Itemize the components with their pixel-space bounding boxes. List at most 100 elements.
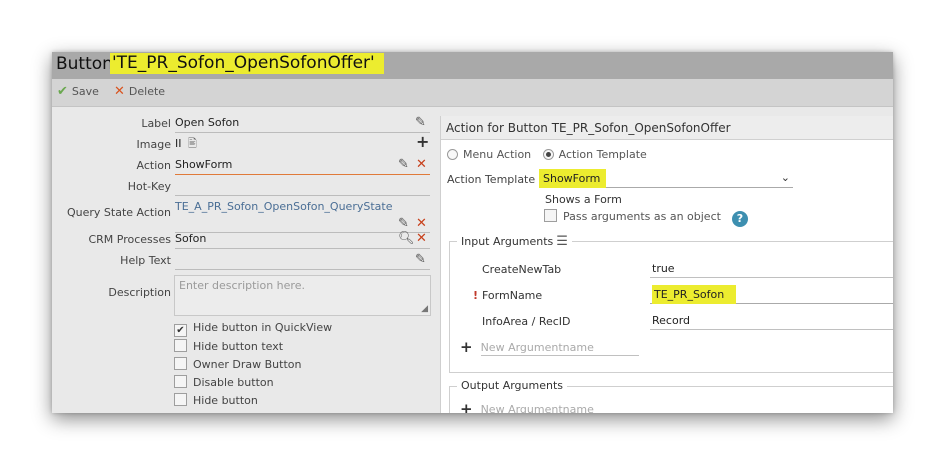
action-template-select[interactable]: ShowForm ⌄	[539, 169, 793, 188]
hotkey-field[interactable]	[175, 178, 430, 196]
checkbox-checked-icon[interactable]: ✔	[174, 324, 187, 337]
new-argument-row: + New Argumentname	[460, 338, 639, 356]
output-arguments-group: Output Arguments + New Argumentname	[449, 379, 893, 413]
action-label: Action	[136, 159, 171, 172]
title-button-name: 'TE_PR_Sofon_OpenSofonOffer'	[110, 53, 384, 74]
arg-value: TE_PR_Sofon	[652, 285, 737, 304]
arg-value: true	[652, 262, 675, 275]
checkbox-label: Hide button	[193, 394, 258, 407]
add-icon[interactable]: +	[460, 400, 473, 413]
radio-off-icon[interactable]	[447, 149, 458, 160]
arg-value-field[interactable]: Record	[650, 311, 893, 330]
search-icon[interactable]: 🔍︎	[398, 231, 415, 247]
input-arguments-group: Input Arguments ☰ CreateNewTab true ! For…	[449, 234, 893, 373]
image-label: Image	[136, 138, 171, 151]
crm-processes-label: CRM Processes	[88, 233, 171, 246]
title-bar: Button 'TE_PR_Sofon_OpenSofonOffer'	[52, 52, 893, 79]
button-editor-window: Button 'TE_PR_Sofon_OpenSofonOffer' ✔ Sav…	[52, 52, 893, 413]
help-text-label: Help Text	[120, 254, 171, 267]
crm-processes-field[interactable]: Sofon 🔍︎ ✕	[175, 231, 430, 249]
list-menu-icon[interactable]: ☰	[556, 234, 568, 249]
image-value: II	[175, 137, 182, 150]
output-arguments-legend: Output Arguments	[457, 379, 568, 392]
action-type-radios: Menu Action Action Template	[447, 148, 647, 161]
radio-label: Menu Action	[463, 148, 532, 161]
help-icon[interactable]: ?	[732, 211, 748, 227]
checkbox-label: Owner Draw Button	[193, 358, 302, 371]
action-panel-header: Action for Button TE_PR_Sofon_OpenSofonO…	[441, 116, 893, 140]
checkbox-hide-button-text[interactable]: Hide button text	[174, 339, 283, 355]
checkbox-label: Pass arguments as an object	[563, 210, 721, 223]
help-text-field[interactable]: ✎	[175, 252, 430, 270]
checkbox-hide-in-quickview[interactable]: ✔ Hide button in QuickView	[174, 321, 332, 337]
arg-value-field[interactable]: true	[650, 259, 893, 278]
checkbox-hide-button[interactable]: Hide button	[174, 393, 258, 409]
arg-value: Record	[652, 314, 691, 327]
hotkey-label: Hot-Key	[127, 180, 171, 193]
required-marker: !	[473, 289, 479, 302]
radio-menu-action[interactable]: Menu Action	[447, 148, 531, 161]
radio-label: Action Template	[558, 148, 647, 161]
checkbox-box[interactable]	[174, 357, 187, 370]
checkbox-pass-arguments[interactable]: Pass arguments as an object	[544, 209, 721, 223]
query-state-field[interactable]: TE_A_PR_Sofon_OpenSofon_QueryState ✎ ✕	[175, 199, 430, 233]
close-icon: ✕	[114, 84, 125, 99]
edit-pencil-icon[interactable]: ✎	[415, 115, 426, 131]
action-template-value: ShowForm	[539, 169, 607, 188]
new-output-argument-input[interactable]: New Argumentname	[481, 402, 639, 413]
arg-value-field[interactable]: TE_PR_Sofon	[650, 285, 893, 304]
checkbox-disable-button[interactable]: Disable button	[174, 375, 274, 391]
image-file-icon: 🖹	[188, 137, 197, 150]
action-template-label: Action Template	[447, 173, 536, 186]
template-description: Shows a Form	[545, 193, 622, 206]
remove-x-icon[interactable]: ✕	[416, 157, 427, 173]
check-icon: ✔	[57, 84, 68, 99]
description-placeholder: Enter description here.	[179, 279, 305, 292]
checkbox-label: Hide button text	[193, 340, 284, 353]
new-argument-input[interactable]: New Argumentname	[480, 340, 639, 356]
edit-pencil-icon[interactable]: ✎	[398, 157, 409, 173]
image-field[interactable]: II 🖹 +	[175, 134, 430, 154]
checkbox-box[interactable]	[544, 209, 557, 222]
arg-name: InfoArea / RecID	[482, 315, 571, 328]
save-button[interactable]: ✔ Save	[57, 85, 99, 99]
action-value: ShowForm	[175, 158, 233, 171]
toolbar: ✔ Save ✕ Delete	[52, 79, 893, 107]
chevron-down-icon[interactable]: ⌄	[781, 171, 790, 184]
edit-pencil-icon[interactable]: ✎	[415, 252, 426, 268]
resize-handle-icon[interactable]: ◢	[421, 304, 428, 314]
query-state-label: Query State Action	[67, 206, 171, 219]
label-field[interactable]: Open Sofon ✎	[175, 115, 430, 133]
checkbox-box[interactable]	[174, 339, 187, 352]
description-textarea[interactable]: Enter description here. ◢	[174, 275, 431, 316]
description-label: Description	[108, 286, 171, 299]
remove-x-icon[interactable]: ✕	[416, 216, 427, 232]
checkbox-box[interactable]	[174, 375, 187, 388]
save-label: Save	[71, 85, 99, 98]
delete-label: Delete	[128, 85, 166, 98]
title-prefix: Button	[56, 54, 113, 74]
input-arguments-title: Input Arguments	[461, 235, 554, 248]
delete-button[interactable]: ✕ Delete	[114, 85, 165, 99]
edit-pencil-icon[interactable]: ✎	[398, 216, 409, 232]
arg-name: FormName	[482, 289, 543, 302]
label-label: Label	[141, 117, 171, 130]
crm-processes-value: Sofon	[175, 232, 207, 245]
radio-action-template[interactable]: Action Template	[542, 148, 647, 161]
remove-x-icon[interactable]: ✕	[416, 231, 427, 247]
add-icon[interactable]: +	[460, 338, 473, 356]
radio-on-icon[interactable]	[542, 149, 554, 160]
button-properties-panel: Label Open Sofon ✎ Image II 🖹 + Action S…	[52, 108, 437, 413]
arg-name: CreateNewTab	[482, 263, 562, 276]
label-value: Open Sofon	[175, 116, 240, 129]
query-state-link[interactable]: TE_A_PR_Sofon_OpenSofon_QueryState	[175, 200, 392, 213]
input-arguments-legend: Input Arguments ☰	[457, 234, 572, 249]
checkbox-label: Disable button	[193, 376, 274, 389]
action-panel: Action for Button TE_PR_Sofon_OpenSofonO…	[440, 116, 893, 413]
checkbox-box[interactable]	[174, 393, 187, 406]
checkbox-label: Hide button in QuickView	[193, 321, 333, 334]
add-icon[interactable]: +	[416, 134, 429, 150]
action-field[interactable]: ShowForm ✎ ✕	[175, 157, 430, 175]
checkbox-owner-draw[interactable]: Owner Draw Button	[174, 357, 302, 373]
new-output-argument-row: + New Argumentname	[460, 400, 639, 413]
